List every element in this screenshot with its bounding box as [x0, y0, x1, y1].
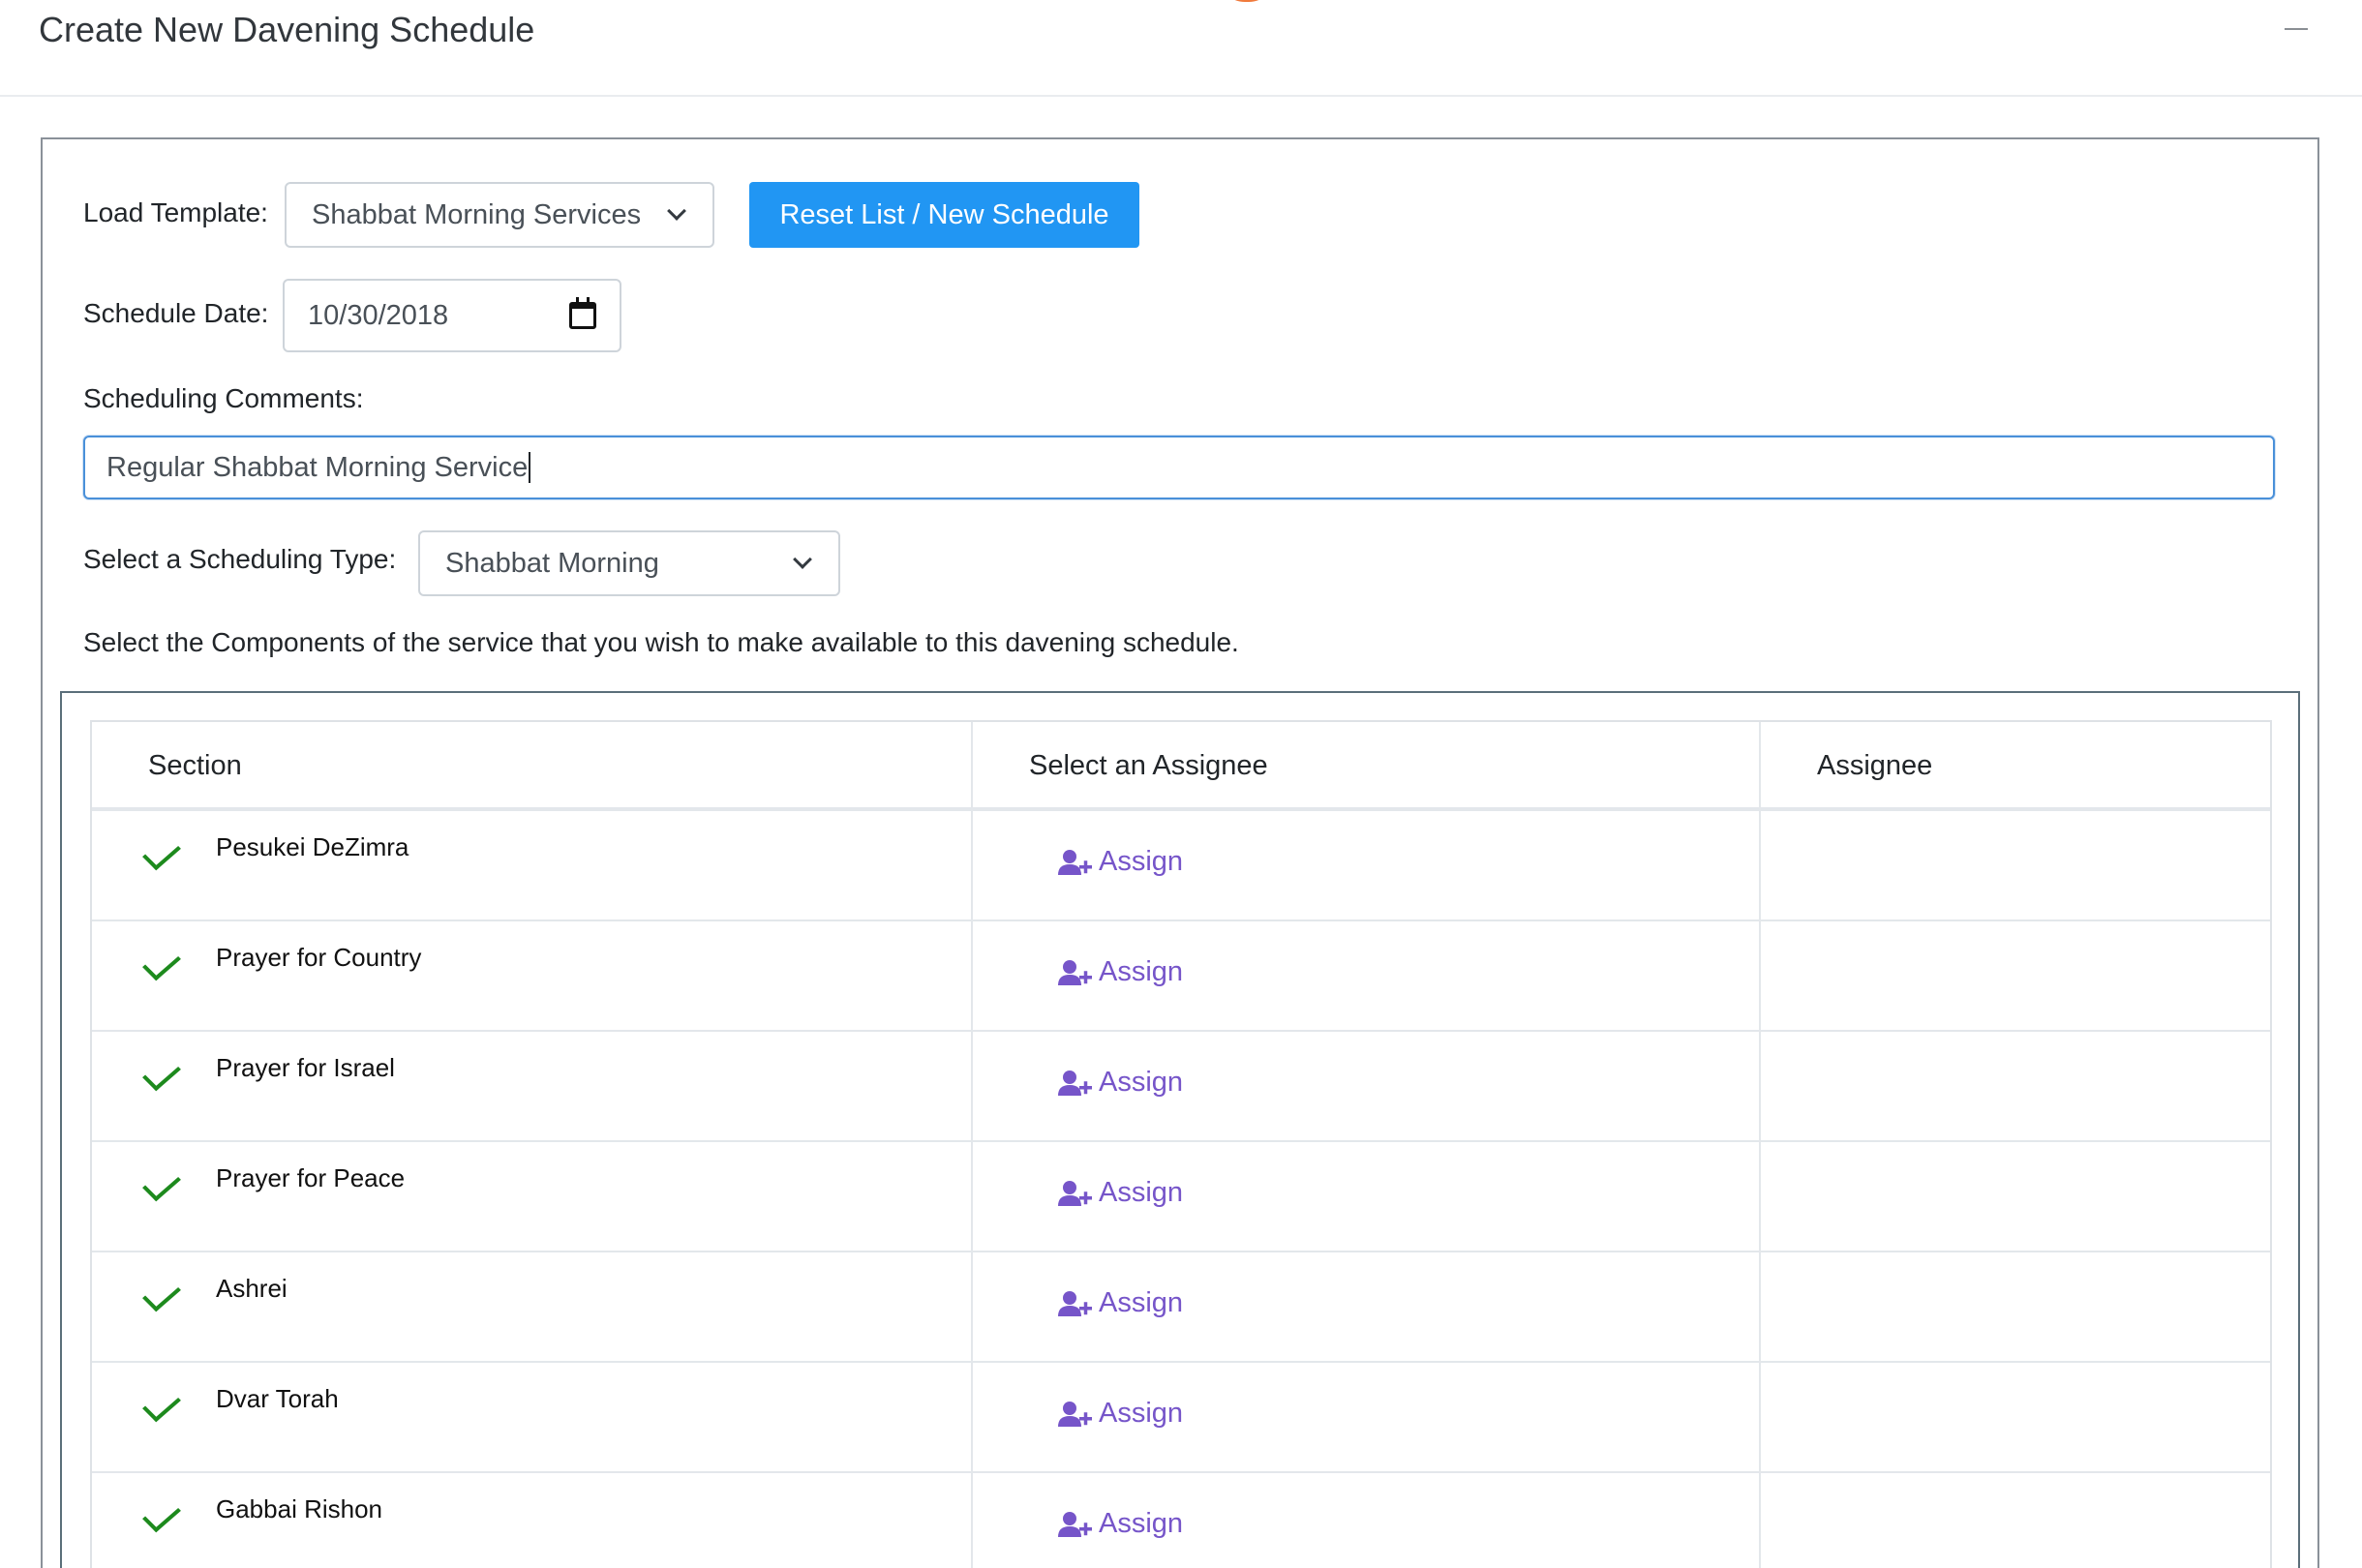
section-name: Dvar Torah: [216, 1384, 339, 1413]
user-plus-icon: [1058, 1070, 1092, 1096]
assign-label: Assign: [1099, 1177, 1184, 1208]
minimize-icon[interactable]: [2281, 14, 2314, 46]
section-name: Ashrei: [216, 1274, 288, 1303]
table-row: Prayer for Peace Assign: [92, 1142, 2270, 1252]
table-row: Prayer for Country Assign: [92, 921, 2270, 1032]
check-icon[interactable]: [142, 1386, 181, 1423]
table-row: Ashrei Assign: [92, 1252, 2270, 1363]
user-plus-icon: [1058, 1401, 1092, 1427]
instructions-text: Select the Components of the service tha…: [83, 627, 1239, 657]
assign-button[interactable]: Assign: [1058, 1177, 1183, 1209]
check-icon[interactable]: [142, 1055, 181, 1092]
table-row: Gabbai Rishon Assign: [92, 1473, 2270, 1568]
user-plus-icon: [1058, 849, 1092, 875]
assign-label: Assign: [1099, 1508, 1184, 1539]
reset-list-button[interactable]: Reset List / New Schedule: [749, 182, 1139, 248]
page-title: Create New Davening Schedule: [39, 10, 535, 49]
table-row: Dvar Torah Assign: [92, 1363, 2270, 1473]
user-plus-icon: [1058, 1290, 1092, 1316]
comments-label: Scheduling Comments:: [83, 383, 364, 413]
comments-input[interactable]: Regular Shabbat Morning Service: [83, 436, 2275, 499]
user-plus-icon: [1058, 1180, 1092, 1206]
assign-button[interactable]: Assign: [1058, 846, 1183, 878]
check-icon[interactable]: [142, 945, 181, 981]
assign-button[interactable]: Assign: [1058, 1287, 1183, 1319]
section-name: Prayer for Israel: [216, 1053, 395, 1082]
scheduling-type-value: Shabbat Morning: [445, 547, 659, 579]
components-table: Section Select an Assignee Assignee Pesu…: [90, 720, 2272, 1568]
section-name: Pesukei DeZimra: [216, 832, 409, 861]
assign-button[interactable]: Assign: [1058, 956, 1183, 988]
schedule-date-value: 10/30/2018: [308, 299, 449, 331]
assign-label: Assign: [1099, 956, 1184, 987]
column-header-section: Section: [148, 749, 242, 781]
chevron-down-icon: [667, 201, 686, 221]
section-name: Prayer for Country: [216, 943, 422, 972]
scheduling-type-select[interactable]: Shabbat Morning: [418, 530, 840, 596]
check-icon[interactable]: [142, 1276, 181, 1312]
load-template-label: Load Template:: [83, 197, 268, 227]
column-header-assignee: Assignee: [1817, 749, 1933, 781]
assign-label: Assign: [1099, 846, 1184, 877]
check-icon[interactable]: [142, 1496, 181, 1533]
calendar-icon[interactable]: [569, 297, 596, 329]
decorative-arc: [1218, 0, 1276, 2]
template-select-value: Shabbat Morning Services: [312, 198, 642, 230]
template-select[interactable]: Shabbat Morning Services: [285, 182, 714, 248]
assign-label: Assign: [1099, 1287, 1184, 1318]
assign-button[interactable]: Assign: [1058, 1508, 1183, 1540]
user-plus-icon: [1058, 1511, 1092, 1537]
schedule-date-label: Schedule Date:: [83, 298, 269, 328]
comments-value: Regular Shabbat Morning Service: [106, 451, 529, 483]
section-name: Prayer for Peace: [216, 1163, 406, 1192]
check-icon[interactable]: [142, 1165, 181, 1202]
schedule-date-input[interactable]: 10/30/2018: [283, 279, 621, 352]
scheduling-type-label: Select a Scheduling Type:: [83, 544, 397, 574]
assign-button[interactable]: Assign: [1058, 1067, 1183, 1099]
assign-label: Assign: [1099, 1398, 1184, 1429]
column-header-select-assignee: Select an Assignee: [1029, 749, 1268, 781]
table-row: Pesukei DeZimra Assign: [92, 811, 2270, 921]
check-icon[interactable]: [142, 834, 181, 871]
page: Create New Davening Schedule Load Templa…: [0, 0, 2362, 1568]
table-row: Prayer for Israel Assign: [92, 1032, 2270, 1142]
section-name: Gabbai Rishon: [216, 1494, 382, 1523]
header: Create New Davening Schedule: [0, 0, 2362, 97]
chevron-down-icon: [793, 550, 812, 569]
assign-button[interactable]: Assign: [1058, 1398, 1183, 1430]
assign-label: Assign: [1099, 1067, 1184, 1098]
text-caret: [529, 452, 531, 483]
user-plus-icon: [1058, 959, 1092, 985]
